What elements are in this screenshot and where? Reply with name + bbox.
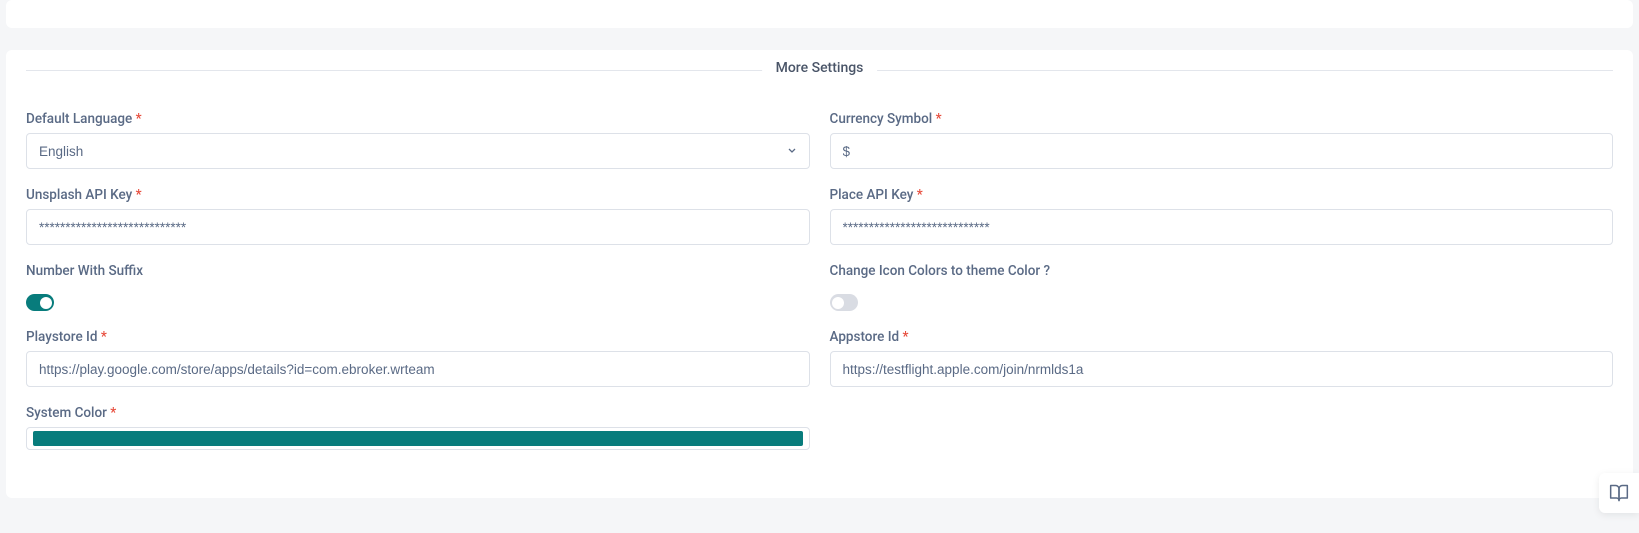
help-widget-button[interactable] (1599, 473, 1639, 513)
label-text: System Color (26, 405, 107, 421)
system-color-group: System Color * (26, 405, 810, 450)
section-title: More Settings (762, 60, 878, 76)
more-settings-fieldset: More Settings Default Language * English (26, 70, 1613, 450)
place-api-key-input[interactable] (830, 209, 1614, 245)
empty-col (830, 405, 1614, 450)
top-card-placeholder (6, 0, 1633, 28)
change-icon-colors-label: Change Icon Colors to theme Color ? (830, 263, 1614, 279)
system-color-label: System Color * (26, 405, 810, 421)
label-text: Place API Key (830, 187, 914, 203)
required-marker: * (101, 329, 107, 345)
form-row: System Color * (26, 405, 1613, 450)
default-language-select-wrapper: English (26, 133, 810, 169)
playstore-id-group: Playstore Id * (26, 329, 810, 387)
unsplash-api-key-group: Unsplash API Key * (26, 187, 810, 245)
playstore-id-label: Playstore Id * (26, 329, 810, 345)
appstore-id-label: Appstore Id * (830, 329, 1614, 345)
form-row: Playstore Id * Appstore Id * (26, 329, 1613, 387)
label-text: Appstore Id (830, 329, 900, 345)
default-language-group: Default Language * English (26, 111, 810, 169)
required-marker: * (917, 187, 923, 203)
form-row: Unsplash API Key * Place API Key * (26, 187, 1613, 245)
number-with-suffix-label: Number With Suffix (26, 263, 810, 279)
required-marker: * (902, 329, 908, 345)
color-swatch (33, 431, 803, 446)
currency-symbol-group: Currency Symbol * (830, 111, 1614, 169)
system-color-input[interactable] (26, 427, 810, 450)
place-api-key-group: Place API Key * (830, 187, 1614, 245)
required-marker: * (136, 187, 142, 203)
unsplash-api-key-label: Unsplash API Key * (26, 187, 810, 203)
toggle-knob (832, 297, 844, 309)
appstore-id-input[interactable] (830, 351, 1614, 387)
appstore-id-group: Appstore Id * (830, 329, 1614, 387)
unsplash-api-key-input[interactable] (26, 209, 810, 245)
label-text: Default Language (26, 111, 132, 127)
form-row: Default Language * English Currency Symb… (26, 111, 1613, 169)
required-marker: * (936, 111, 942, 127)
required-marker: * (110, 405, 116, 421)
currency-symbol-label: Currency Symbol * (830, 111, 1614, 127)
label-text: Unsplash API Key (26, 187, 132, 203)
toggle-knob (40, 297, 52, 309)
book-open-icon (1609, 483, 1629, 503)
place-api-key-label: Place API Key * (830, 187, 1614, 203)
default-language-label: Default Language * (26, 111, 810, 127)
more-settings-card: More Settings Default Language * English (6, 50, 1633, 498)
required-marker: * (136, 111, 142, 127)
change-icon-colors-toggle[interactable] (830, 294, 858, 311)
change-icon-colors-group: Change Icon Colors to theme Color ? (830, 263, 1614, 311)
playstore-id-input[interactable] (26, 351, 810, 387)
form-row: Number With Suffix Change Icon Colors to… (26, 263, 1613, 311)
number-with-suffix-toggle[interactable] (26, 294, 54, 311)
currency-symbol-input[interactable] (830, 133, 1614, 169)
default-language-select[interactable]: English (26, 133, 810, 169)
label-text: Playstore Id (26, 329, 97, 345)
label-text: Currency Symbol (830, 111, 933, 127)
number-with-suffix-group: Number With Suffix (26, 263, 810, 311)
